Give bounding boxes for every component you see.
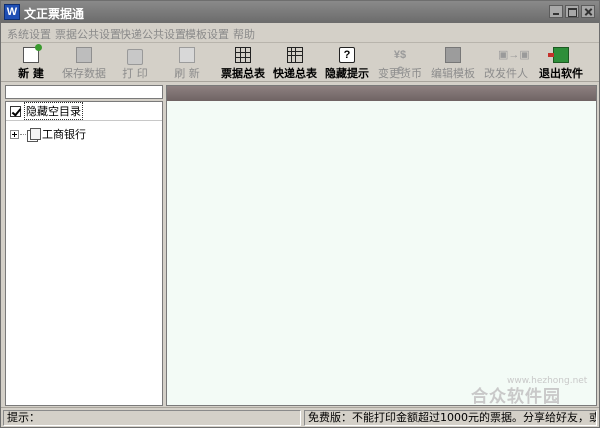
express-grid-icon — [287, 47, 303, 63]
title-bar[interactable]: W 文正票据通 — [1, 1, 599, 23]
divider — [6, 120, 162, 121]
template-icon — [445, 47, 461, 63]
print-button[interactable]: 打 印 — [115, 46, 155, 80]
window-title: 文正票据通 — [24, 7, 85, 21]
menu-ticket-settings[interactable]: 票据公共设置 — [55, 26, 121, 42]
menu-template-settings[interactable]: 模板设置 — [185, 26, 229, 42]
printer-icon — [127, 49, 143, 65]
app-logo-icon: W — [4, 4, 20, 20]
exit-label: 退出软件 — [539, 67, 583, 80]
new-button[interactable]: 新 建 — [11, 44, 51, 80]
tree-connector — [20, 133, 26, 135]
exit-button[interactable]: 退出软件 — [537, 46, 585, 80]
close-button[interactable] — [581, 5, 595, 18]
menu-express-settings[interactable]: 快递公共设置 — [120, 26, 186, 42]
watermark-url: www.hezhong.net — [507, 376, 588, 386]
directory-panel: 隐藏空目录 工商银行 — [5, 85, 163, 406]
exit-door-icon — [548, 47, 569, 63]
hide-empty-label: 隐藏空目录 — [24, 102, 83, 120]
currency-icon: ¥$€ — [393, 49, 407, 77]
express-summary-button[interactable]: 快递总表 — [271, 46, 319, 80]
refresh-button[interactable]: 刷 新 — [167, 46, 207, 80]
content-header-bar — [167, 86, 596, 101]
directory-tree[interactable]: 隐藏空目录 工商银行 — [5, 101, 163, 406]
content-panel — [166, 85, 597, 406]
status-hint: 提示： — [3, 410, 301, 426]
refresh-icon — [179, 47, 195, 63]
documents-icon — [27, 128, 41, 142]
save-data-label: 保存数据 — [62, 67, 106, 80]
tree-node[interactable]: 工商银行 — [10, 126, 86, 142]
hide-empty-checkbox-row[interactable]: 隐藏空目录 — [10, 102, 83, 120]
sender-icon: ▣→▣ — [498, 49, 530, 61]
refresh-label: 刷 新 — [174, 67, 200, 80]
main-window: W 文正票据通 系统设置 票据公共设置 快递公共设置 模板设置 帮助 新 建 保… — [0, 0, 600, 428]
ticket-summary-label: 票据总表 — [221, 67, 265, 80]
status-license-notice: 免费版：不能打印金额超过1000元的票据。分享给好友，或购买软 — [304, 410, 597, 426]
toolbar: 新 建 保存数据 打 印 刷 新 票据总表 快递总表 ? 隐藏提示 ¥$€ 变更… — [1, 44, 599, 82]
hide-tips-button[interactable]: ? 隐藏提示 — [323, 46, 371, 80]
watermark: www.hezhong.net 合众软件园 — [471, 376, 587, 407]
ticket-summary-button[interactable]: 票据总表 — [219, 46, 267, 80]
menu-bar: 系统设置 票据公共设置 快递公共设置 模板设置 帮助 — [1, 23, 599, 43]
minimize-button[interactable] — [549, 5, 563, 18]
change-sender-button[interactable]: ▣→▣ 改发件人 — [482, 46, 530, 80]
new-document-icon — [23, 44, 42, 63]
hide-empty-checkbox[interactable] — [10, 105, 21, 117]
save-data-button[interactable]: 保存数据 — [59, 46, 109, 80]
save-icon — [76, 47, 92, 63]
edit-template-button[interactable]: 编辑模板 — [429, 46, 477, 80]
hide-tips-label: 隐藏提示 — [325, 67, 369, 80]
window-controls — [549, 5, 595, 18]
change-currency-button[interactable]: ¥$€ 变更货币 — [376, 46, 424, 80]
maximize-button[interactable] — [565, 5, 579, 18]
change-sender-label: 改发件人 — [484, 67, 528, 80]
menu-help[interactable]: 帮助 — [233, 26, 255, 42]
express-summary-label: 快递总表 — [273, 67, 317, 80]
print-label: 打 印 — [122, 67, 148, 80]
menu-system-settings[interactable]: 系统设置 — [7, 26, 51, 42]
new-button-label: 新 建 — [18, 67, 44, 80]
table-grid-icon — [235, 47, 251, 63]
directory-filter-input[interactable] — [5, 85, 163, 99]
status-bar: 提示： 免费版：不能打印金额超过1000元的票据。分享给好友，或购买软 — [1, 407, 599, 427]
edit-template-label: 编辑模板 — [431, 67, 475, 80]
help-icon: ? — [339, 47, 355, 63]
tree-node-label: 工商银行 — [42, 128, 86, 141]
expand-plus-icon[interactable] — [10, 129, 19, 139]
